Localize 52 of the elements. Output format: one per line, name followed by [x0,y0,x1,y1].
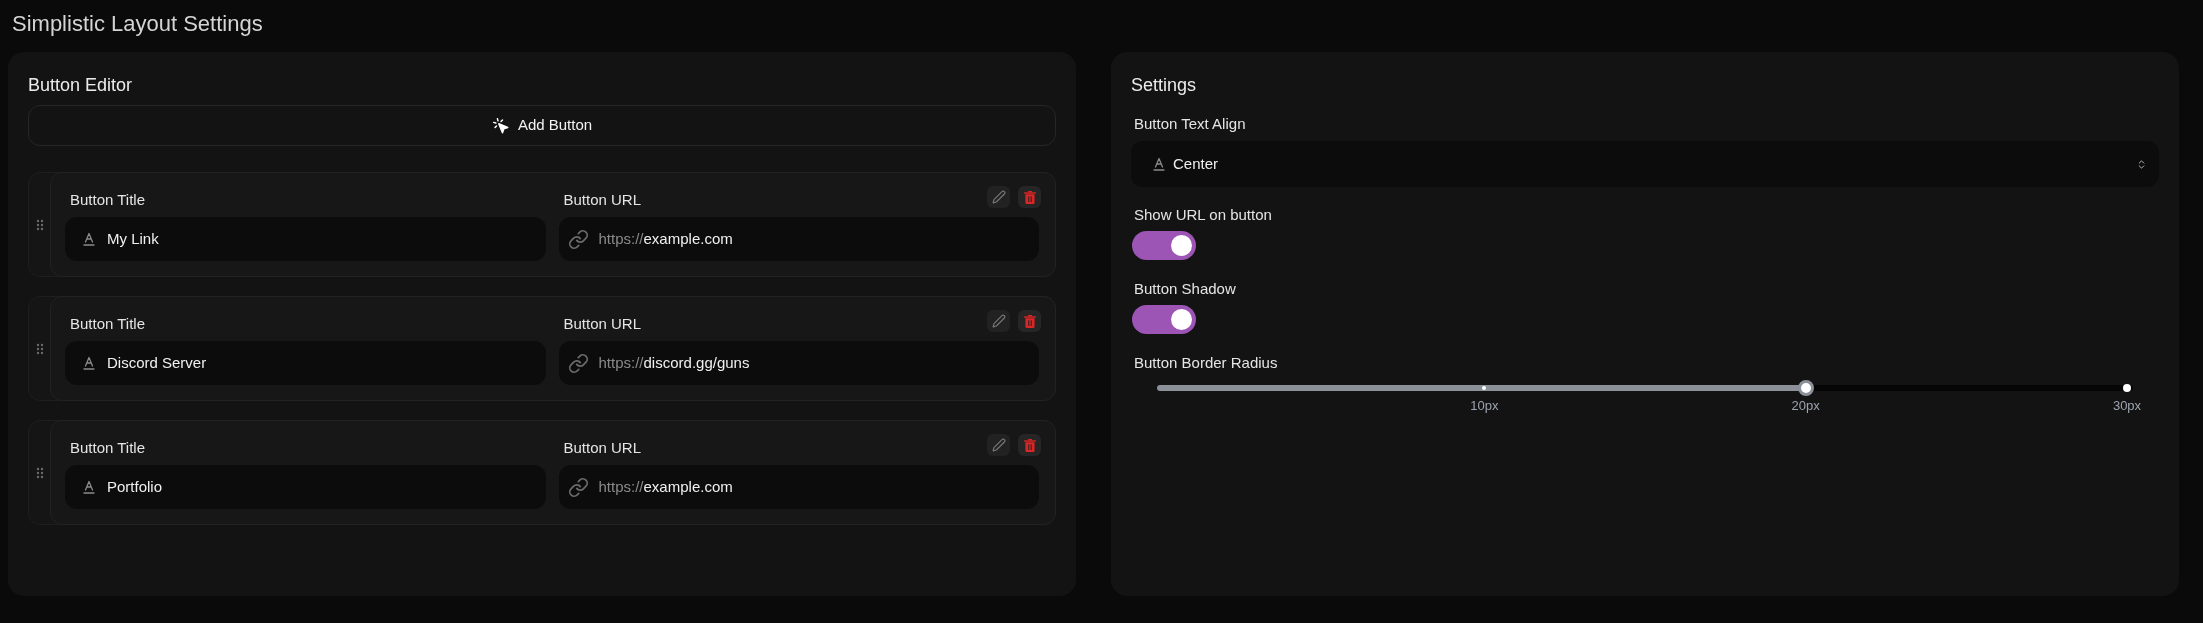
delete-button[interactable] [1018,434,1041,456]
delete-button[interactable] [1018,310,1041,332]
text-icon [81,479,97,495]
add-button[interactable]: Add Button [28,105,1056,146]
tick-label: 30px [2112,398,2142,414]
cursor-click-icon [491,116,510,135]
title-input[interactable]: Portfolio [65,465,546,509]
trash-icon [1023,190,1036,204]
url-input[interactable]: https://example.com [558,465,1039,509]
tick-label: 20px [1791,398,1820,414]
title-input[interactable]: My Link [65,217,546,261]
toggle-switch[interactable] [1132,305,1196,334]
text-icon [1151,156,1167,172]
pencil-icon [991,190,1006,204]
url-input[interactable]: https://example.com [558,217,1039,261]
title-input[interactable]: Discord Server [65,341,546,385]
toggle-switch[interactable] [1132,231,1196,260]
slider-thumb[interactable] [1798,380,1814,396]
link-icon [567,476,589,498]
url-input[interactable]: https://discord.gg/guns [558,341,1039,385]
text-icon [81,231,97,247]
slider-track[interactable] [1157,380,2133,396]
field-label: Button Title [70,437,146,458]
setting-label: Button Text Align [1134,114,1246,134]
pencil-icon [991,314,1006,328]
field-label: Button Title [70,189,146,210]
link-icon [567,352,589,374]
trash-icon [1023,314,1036,328]
pencil-icon [991,438,1006,452]
link-icon [567,228,589,250]
trash-icon [1023,438,1036,452]
edit-button[interactable] [987,186,1010,208]
drag-handle-icon[interactable] [35,218,44,231]
field-label: Button URL [563,313,642,334]
page-title: Simplistic Layout Settings [12,10,263,38]
text-icon [81,355,97,371]
field-label: Button URL [563,437,642,458]
panel-title: Settings [1131,74,1197,97]
edit-button[interactable] [987,434,1010,456]
drag-handle-icon[interactable] [35,342,44,355]
setting-label: Button Shadow [1134,279,1236,299]
delete-button[interactable] [1018,186,1041,208]
field-label: Button URL [563,189,642,210]
chevron-up-down-icon [2136,158,2147,170]
field-label: Button Title [70,313,146,334]
panel-title: Button Editor [28,74,133,97]
edit-button[interactable] [987,310,1010,332]
setting-label: Button Border Radius [1134,353,1278,373]
text-align-select[interactable]: Center [1131,141,2159,187]
setting-label: Show URL on button [1134,205,1272,225]
tick-label: 10px [1470,398,1499,414]
drag-handle-icon[interactable] [35,466,44,479]
